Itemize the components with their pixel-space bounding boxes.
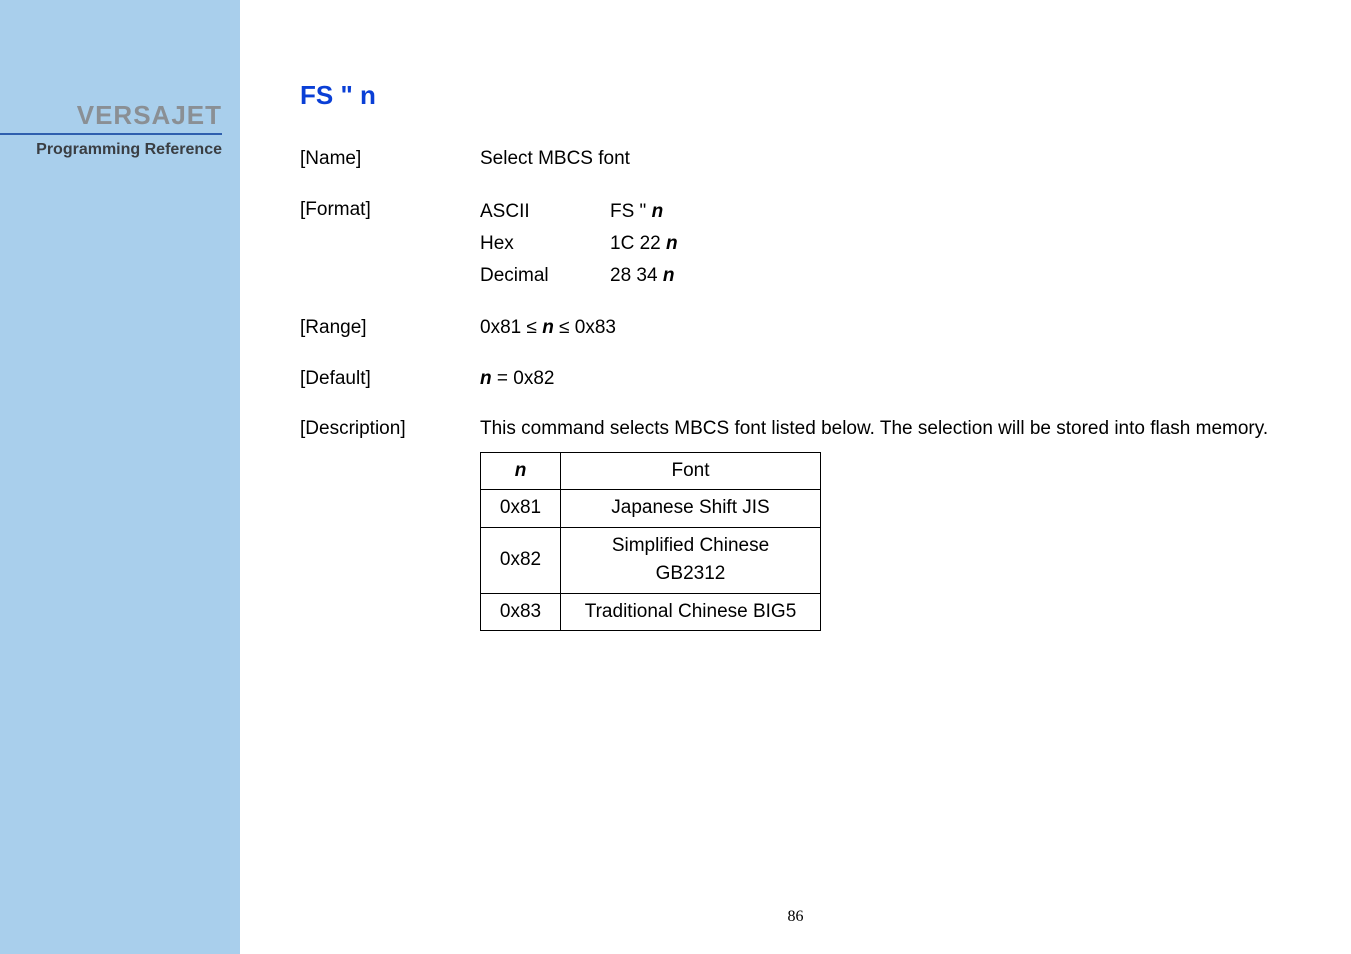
font-table-font-2: Traditional Chinese BIG5 — [561, 593, 821, 631]
table-row: 0x82 Simplified Chinese GB2312 — [481, 527, 821, 593]
font-table-head-n: n — [481, 452, 561, 490]
label-format: [Format] — [300, 196, 480, 293]
table-row: 0x83 Traditional Chinese BIG5 — [481, 593, 821, 631]
brand-title: VERSAJET — [0, 100, 222, 135]
format-val-1-n: n — [666, 233, 678, 254]
format-values: FS " n 1C 22 n 28 34 n — [610, 196, 678, 293]
value-description: This command selects MBCS font listed be… — [480, 415, 1291, 631]
format-val-1: 1C 22 n — [610, 228, 678, 260]
range-prefix: 0x81 ≤ — [480, 317, 542, 338]
font-table-head-row: n Font — [481, 452, 821, 490]
default-suffix: = 0x82 — [492, 368, 555, 389]
format-val-0: FS " n — [610, 196, 678, 228]
label-description: [Description] — [300, 415, 480, 631]
range-suffix: ≤ 0x83 — [554, 317, 616, 338]
row-format: [Format] ASCII Hex Decimal FS " n 1C 22 … — [300, 196, 1291, 293]
row-name: [Name] Select MBCS font — [300, 145, 1291, 174]
value-range: 0x81 ≤ n ≤ 0x83 — [480, 314, 1291, 343]
font-table-n-1: 0x82 — [481, 527, 561, 593]
font-table-n-0: 0x81 — [481, 490, 561, 528]
format-enc-2: Decimal — [480, 260, 610, 292]
format-val-0-n: n — [652, 201, 664, 222]
font-table: n Font 0x81 Japanese Shift JIS 0x82 Simp… — [480, 452, 821, 632]
value-name: Select MBCS font — [480, 145, 1291, 174]
value-default: n = 0x82 — [480, 365, 1291, 394]
font-table-n-2: 0x83 — [481, 593, 561, 631]
font-table-font-1: Simplified Chinese GB2312 — [561, 527, 821, 593]
table-row: 0x81 Japanese Shift JIS — [481, 490, 821, 528]
font-table-head-font: Font — [561, 452, 821, 490]
sidebar: VERSAJET Programming Reference — [0, 0, 240, 954]
row-description: [Description] This command selects MBCS … — [300, 415, 1291, 631]
format-val-2-prefix: 28 34 — [610, 265, 663, 286]
default-n: n — [480, 368, 492, 389]
format-val-0-prefix: FS " — [610, 201, 652, 222]
command-title: FS " n — [300, 80, 1291, 111]
label-default: [Default] — [300, 365, 480, 394]
format-val-2: 28 34 n — [610, 260, 678, 292]
value-format: ASCII Hex Decimal FS " n 1C 22 n 28 34 n — [480, 196, 1291, 293]
row-default: [Default] n = 0x82 — [300, 365, 1291, 394]
page-number: 86 — [788, 908, 804, 926]
row-range: [Range] 0x81 ≤ n ≤ 0x83 — [300, 314, 1291, 343]
content-area: FS " n [Name] Select MBCS font [Format] … — [240, 0, 1351, 954]
range-n: n — [542, 317, 554, 338]
brand-subtitle: Programming Reference — [0, 141, 222, 159]
format-val-1-prefix: 1C 22 — [610, 233, 666, 254]
format-enc-0: ASCII — [480, 196, 610, 228]
label-name: [Name] — [300, 145, 480, 174]
font-table-font-0: Japanese Shift JIS — [561, 490, 821, 528]
format-encodings: ASCII Hex Decimal — [480, 196, 610, 293]
label-range: [Range] — [300, 314, 480, 343]
description-text: This command selects MBCS font listed be… — [480, 415, 1291, 444]
format-enc-1: Hex — [480, 228, 610, 260]
page-root: VERSAJET Programming Reference FS " n [N… — [0, 0, 1351, 954]
format-val-2-n: n — [663, 265, 675, 286]
